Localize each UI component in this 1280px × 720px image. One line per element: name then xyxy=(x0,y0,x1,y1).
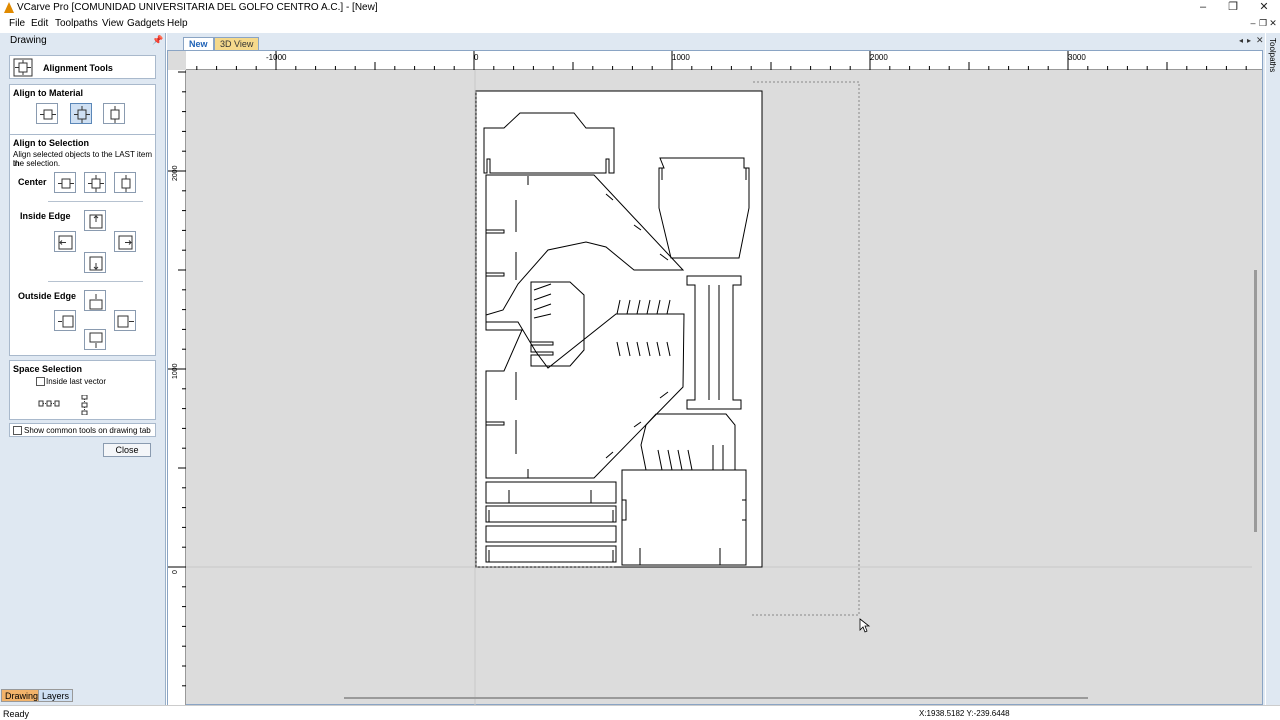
tab-new[interactable]: New xyxy=(183,37,214,51)
menu-view[interactable]: View xyxy=(102,18,124,29)
outside-edge-label: Outside Edge xyxy=(18,291,77,301)
status-text: Ready xyxy=(3,709,30,719)
outside-edge-right-button[interactable] xyxy=(114,310,136,331)
window-title: VCarve Pro [COMUNIDAD UNIVERSITARIA DEL … xyxy=(17,2,378,13)
align-material-title: Align to Material xyxy=(13,88,84,98)
tab-scroll-left-icon[interactable]: ◂ xyxy=(1239,36,1243,45)
inside-edge-top-button[interactable] xyxy=(84,210,106,231)
maximize-button[interactable]: ❐ xyxy=(1218,0,1248,16)
show-common-tools-label: Show common tools on drawing tab xyxy=(24,426,151,435)
outside-edge-left-button[interactable] xyxy=(54,310,76,331)
show-common-tools-panel: Show common tools on drawing tab xyxy=(9,423,156,437)
menu-toolpaths[interactable]: Toolpaths xyxy=(55,18,98,29)
tab-layers[interactable]: Layers xyxy=(38,689,74,702)
center-horizontal-button[interactable] xyxy=(54,172,76,193)
space-horizontal-button[interactable] xyxy=(36,393,60,414)
cursor-coordinates: X:1938.5182 Y:-239.6448 xyxy=(919,709,1010,718)
doc-minimize-button[interactable]: – xyxy=(1248,17,1258,29)
drawing-canvas[interactable]: -1000 0 1000 2000 3000 2000 1000 0 xyxy=(167,50,1263,706)
space-vertical-button[interactable] xyxy=(72,393,94,415)
inside-edge-bottom-button[interactable] xyxy=(84,252,106,273)
close-button[interactable]: Close xyxy=(103,443,151,457)
align-selection-panel: Align to Selection Align selected object… xyxy=(9,134,156,356)
doc-restore-button[interactable]: ❐ xyxy=(1258,17,1268,29)
show-common-tools-checkbox[interactable] xyxy=(13,426,22,435)
inside-edge-right-button[interactable] xyxy=(114,231,136,252)
separator xyxy=(48,281,143,282)
tool-title: Alignment Tools xyxy=(43,63,113,73)
pin-icon[interactable]: 📌 xyxy=(152,35,163,46)
sidebar-header: Drawing 📌 xyxy=(0,33,166,47)
tab-scroll-right-icon[interactable]: ▸ xyxy=(1247,36,1251,45)
close-window-button[interactable]: ✕ xyxy=(1249,0,1279,16)
vertical-scrollbar[interactable] xyxy=(1254,270,1257,532)
tool-title-panel: Alignment Tools xyxy=(9,55,156,79)
ruler-top-label: 3000 xyxy=(1068,53,1086,62)
ruler-left: 2000 1000 0 xyxy=(168,70,186,706)
mouse-cursor-icon xyxy=(859,618,871,633)
inside-edge-label: Inside Edge xyxy=(20,211,71,221)
selection-outline xyxy=(752,81,860,616)
separator xyxy=(48,201,143,202)
status-bar: Ready X:1938.5182 Y:-239.6448 xyxy=(0,705,1280,720)
toolpaths-rail[interactable]: Toolpaths xyxy=(1266,33,1280,705)
minimize-button[interactable]: – xyxy=(1188,0,1218,16)
ruler-left-label: 1000 xyxy=(172,363,179,379)
menu-gadgets[interactable]: Gadgets xyxy=(127,18,165,29)
align-selection-title: Align to Selection xyxy=(13,138,90,148)
ruler-top: -1000 0 1000 2000 3000 xyxy=(186,51,1262,70)
ruler-left-label: 0 xyxy=(172,570,179,574)
align-selection-description-2: the selection. xyxy=(13,159,61,168)
horizontal-scrollbar[interactable] xyxy=(344,697,1088,699)
center-label: Center xyxy=(18,177,47,187)
space-selection-title: Space Selection xyxy=(13,364,83,374)
sidebar-header-label: Drawing xyxy=(10,35,47,46)
sidebar-bottom-tabs: Drawing Layers xyxy=(0,689,166,703)
ruler-top-ticks xyxy=(196,51,1247,70)
menu-help[interactable]: Help xyxy=(167,18,188,29)
close-document-icon[interactable]: ✕ xyxy=(1256,35,1264,46)
align-material-center-x-button[interactable] xyxy=(36,103,58,124)
space-selection-panel: Space Selection Inside last vector xyxy=(9,360,156,420)
ruler-top-label: 0 xyxy=(474,53,479,62)
alignment-tools-icon xyxy=(13,58,33,77)
inside-last-vector-label: Inside last vector xyxy=(46,377,107,386)
drawing-sidebar: Drawing 📌 Alignment Tools Align to Mater… xyxy=(0,33,166,705)
center-both-button[interactable] xyxy=(84,172,106,193)
document-area: New 3D View ◂ ▸ ✕ -1000 0 1000 2000 3000… xyxy=(167,33,1265,706)
align-material-center-y-button[interactable] xyxy=(103,103,125,124)
ruler-top-label: 2000 xyxy=(870,53,888,62)
vcarve-logo-icon xyxy=(4,2,14,13)
inside-edge-left-button[interactable] xyxy=(54,231,76,252)
tab-3d-view[interactable]: 3D View xyxy=(214,37,260,51)
center-vertical-button[interactable] xyxy=(114,172,136,193)
menu-bar: File Edit Toolpaths View Gadgets Help – … xyxy=(0,16,1280,32)
cnc-drawing[interactable] xyxy=(186,70,1262,706)
ruler-top-label: -1000 xyxy=(266,53,287,62)
tab-drawing[interactable]: Drawing xyxy=(1,689,43,702)
align-material-center-button[interactable] xyxy=(70,103,92,124)
ruler-left-label: 2000 xyxy=(172,165,179,181)
outside-edge-top-button[interactable] xyxy=(84,290,106,311)
toolpaths-rail-label[interactable]: Toolpaths xyxy=(1268,38,1277,72)
doc-close-button[interactable]: ✕ xyxy=(1268,17,1278,29)
outside-edge-bottom-button[interactable] xyxy=(84,329,106,350)
ruler-top-label: 1000 xyxy=(672,53,690,62)
title-bar: VCarve Pro [COMUNIDAD UNIVERSITARIA DEL … xyxy=(0,0,1280,16)
menu-edit[interactable]: Edit xyxy=(31,18,48,29)
menu-file[interactable]: File xyxy=(9,18,25,29)
inside-last-vector-checkbox[interactable] xyxy=(36,377,45,386)
